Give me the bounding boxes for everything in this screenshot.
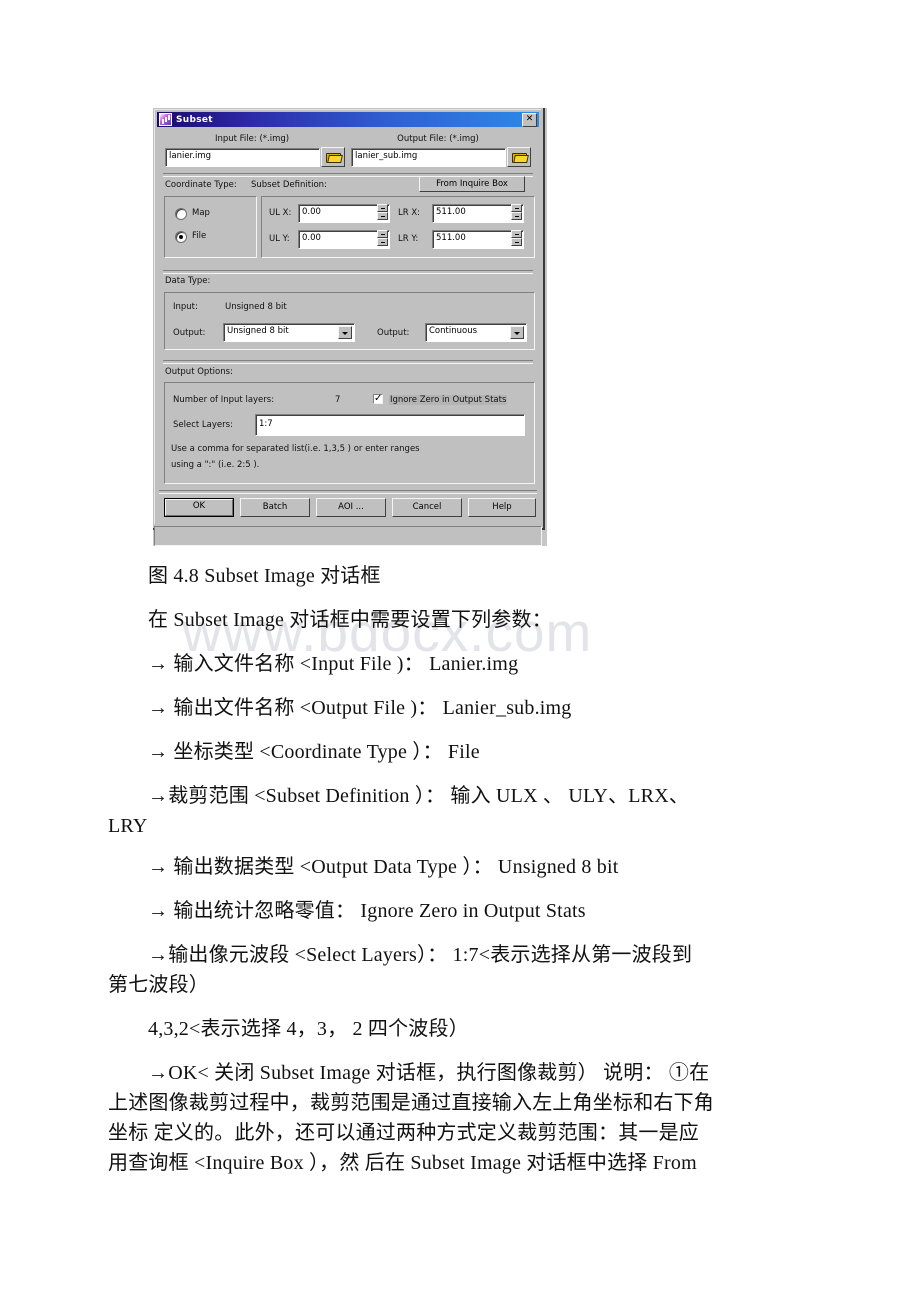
param-coordinate-type: → 坐标类型 <Coordinate Type ）： File [148,741,480,763]
param-ok-line2: 上述图像裁剪过程中，裁剪范围是通过直接输入左上角坐标和右下角 [108,1092,714,1114]
ok-button-label: OK [165,499,233,516]
input-file-browse-button[interactable] [321,147,345,167]
param-subset-definition-cont: LRY [108,815,148,837]
ok-button[interactable]: OK [164,498,234,517]
coordinate-type-label: Coordinate Type: [165,180,237,190]
param-ok-line1: →OK< 关闭 Subset Image 对话框，执行图像裁剪） 说明： ①在 [148,1062,710,1084]
lry-stepper[interactable] [511,230,522,247]
divider [159,490,537,494]
param-ignore-zero: → 输出统计忽略零值： Ignore Zero in Output Stats [148,900,586,922]
output-layer-type-value: Continuous [429,326,478,336]
param-input-file: → 输入文件名称 <Input File )： Lanier.img [148,653,519,675]
coordinate-type-group [164,196,257,258]
lry-value: 511.00 [436,233,466,243]
chevron-down-icon[interactable] [338,326,352,339]
app-icon [159,113,172,126]
ulx-stepper[interactable] [377,204,388,221]
folder-icon [512,152,529,163]
output-data-type-value: Unsigned 8 bit [227,326,289,336]
data-type-output-label: Output: [173,328,206,338]
param-subset-definition: →裁剪范围 <Subset Definition ）： 输入 ULX 、 ULY… [148,785,690,807]
ignore-zero-checkbox[interactable] [373,393,383,404]
chevron-down-icon[interactable] [510,326,524,339]
uly-label: UL Y: [269,234,290,244]
ulx-value: 0.00 [302,207,321,217]
lrx-value: 511.00 [436,207,466,217]
select-layers-hint-line2: using a ":" (i.e. 2:5 ). [171,460,260,470]
status-strip [154,526,542,546]
output-data-type-select[interactable]: Unsigned 8 bit [223,323,355,342]
dialog-window: Subset ✕ Input File: (*.img) Output File… [153,108,545,530]
output-file-browse-button[interactable] [507,147,531,167]
num-input-layers-value: 7 [335,395,341,405]
lrx-stepper[interactable] [511,204,522,221]
output-file-input[interactable]: lanier_sub.img [351,148,506,167]
output-file-label: Output File: (*.img) [397,134,479,144]
help-button[interactable]: Help [468,498,536,517]
uly-value: 0.00 [302,233,321,243]
param-select-layers: →输出像元波段 <Select Layers）： 1:7<表示选择从第一波段到 [148,944,693,966]
lry-label: LR Y: [398,234,419,244]
param-ok-line3: 坐标 定义的。此外，还可以通过两种方式定义裁剪范围：其一是应 [108,1122,699,1144]
batch-button[interactable]: Batch [240,498,310,517]
output-layer-type-label: Output: [377,328,410,338]
radio-map[interactable] [175,208,187,220]
lrx-label: LR X: [398,208,421,218]
folder-icon [326,152,343,163]
aoi-button[interactable]: AOI ... [316,498,386,517]
input-file-label: Input File: (*.img) [214,134,290,144]
data-type-label: Data Type: [165,276,211,286]
select-layers-label: Select Layers: [173,420,233,430]
select-layers-value: 1:7 [259,419,273,429]
data-type-input-value: Unsigned 8 bit [225,302,287,312]
input-file-input[interactable]: lanier.img [165,148,320,167]
from-inquire-box-button[interactable]: From Inquire Box [419,176,525,192]
subset-dialog-screenshot: Subset ✕ Input File: (*.img) Output File… [153,108,547,546]
cancel-button[interactable]: Cancel [392,498,462,517]
select-layers-input[interactable]: 1:7 [255,414,525,436]
subset-definition-label: Subset Definition: [251,180,327,190]
uly-stepper[interactable] [377,230,388,247]
close-icon[interactable]: ✕ [522,113,537,127]
param-output-file: → 输出文件名称 <Output File )： Lanier_sub.img [148,697,572,719]
param-bands-432: 4,3,2<表示选择 4，3， 2 四个波段） [148,1018,469,1040]
ignore-zero-label: Ignore Zero in Output Stats [389,395,508,405]
dialog-titlebar[interactable]: Subset ✕ [157,112,539,127]
output-layer-type-select[interactable]: Continuous [425,323,527,342]
select-layers-hint-line1: Use a comma for separated list(i.e. 1,3,… [171,444,420,454]
radio-map-label: Map [192,208,210,218]
param-output-data-type: → 输出数据类型 <Output Data Type ）： Unsigned 8… [148,856,619,878]
ulx-label: UL X: [269,208,292,218]
input-file-value: lanier.img [169,151,212,161]
divider [163,270,533,274]
num-input-layers-label: Number of Input layers: [173,395,275,405]
param-ok-line4: 用查询框 <Inquire Box ），然 后在 Subset Image 对话… [108,1152,697,1174]
figure-caption: 图 4.8 Subset Image 对话框 [148,565,381,587]
data-type-input-label: Input: [173,302,198,312]
intro-paragraph: 在 Subset Image 对话框中需要设置下列参数： [148,609,552,631]
output-options-label: Output Options: [165,367,233,377]
divider [163,360,533,364]
dialog-body: Subset ✕ Input File: (*.img) Output File… [154,109,541,524]
output-file-value: lanier_sub.img [355,151,418,161]
param-select-layers-cont: 第七波段） [108,974,209,996]
radio-file-label: File [192,231,207,241]
dialog-title: Subset [176,114,213,125]
radio-file[interactable] [175,231,187,243]
